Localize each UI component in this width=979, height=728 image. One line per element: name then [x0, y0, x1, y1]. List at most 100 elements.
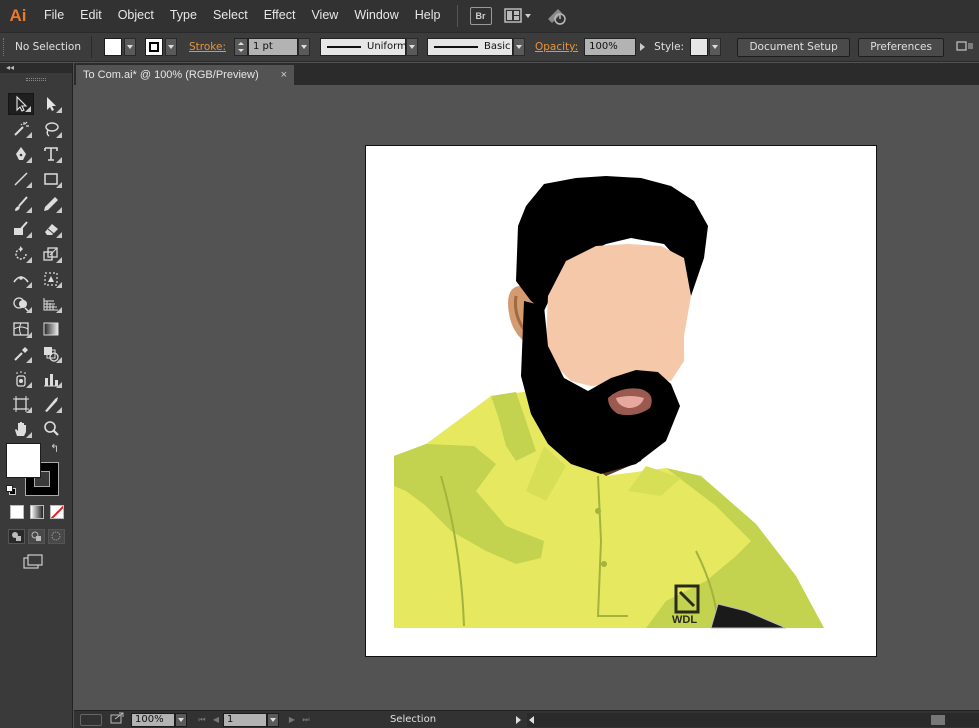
gpu-preview-toggle[interactable]	[80, 713, 102, 726]
artboard-number-dropdown[interactable]	[267, 712, 279, 727]
horizontal-scrollbar[interactable]	[527, 712, 979, 727]
shape-builder-tool[interactable]	[8, 293, 34, 315]
last-artboard-button[interactable]: ⏭	[299, 713, 313, 727]
document-setup-button[interactable]: Document Setup	[737, 37, 851, 57]
menu-effect[interactable]: Effect	[256, 0, 304, 32]
document-tab[interactable]: To Com.ai* @ 100% (RGB/Preview) ×	[76, 65, 294, 85]
free-transform-tool[interactable]	[38, 268, 64, 290]
menu-view[interactable]: View	[303, 0, 346, 32]
none-mode-button[interactable]	[50, 505, 64, 519]
opacity-slider-toggle[interactable]	[636, 38, 648, 56]
preferences-button[interactable]: Preferences	[858, 37, 945, 57]
artboard-number-input[interactable]: 1	[223, 712, 267, 727]
menu-select[interactable]: Select	[205, 0, 256, 32]
magic-wand-icon	[14, 121, 29, 136]
close-tab-icon[interactable]: ×	[281, 65, 287, 85]
column-graph-tool[interactable]	[38, 368, 64, 390]
default-fill-stroke-icon[interactable]	[6, 485, 16, 495]
eyedropper-tool[interactable]	[8, 343, 34, 365]
menu-object[interactable]: Object	[110, 0, 162, 32]
lasso-tool[interactable]	[38, 118, 64, 140]
blob-brush-tool[interactable]	[8, 218, 34, 240]
variable-width-dropdown[interactable]	[406, 38, 418, 56]
fill-dropdown[interactable]	[124, 38, 136, 56]
status-menu-arrow[interactable]	[513, 713, 523, 727]
stroke-label[interactable]: Stroke:	[189, 41, 226, 53]
draw-inside-icon	[51, 531, 61, 541]
stroke-weight-stepper[interactable]	[234, 38, 248, 56]
fill-swatch[interactable]	[104, 38, 122, 56]
pencil-tool[interactable]	[38, 193, 64, 215]
brush-definition-dropdown[interactable]	[513, 38, 525, 56]
scroll-thumb[interactable]	[931, 714, 945, 725]
menu-type[interactable]: Type	[162, 0, 205, 32]
canvas-area[interactable]: WDL	[74, 85, 979, 710]
selection-tool[interactable]	[8, 93, 34, 115]
scroll-left-arrow[interactable]	[529, 715, 534, 724]
scale-tool[interactable]	[38, 243, 64, 265]
artboard[interactable]: WDL	[365, 145, 877, 657]
next-artboard-button[interactable]: ▶	[285, 713, 299, 727]
previous-artboard-button[interactable]: ◀	[209, 713, 223, 727]
drawing-modes-row	[8, 529, 68, 545]
stroke-weight-input[interactable]: 1 pt	[248, 38, 298, 56]
hand-tool[interactable]	[8, 418, 34, 440]
pen-tool[interactable]	[8, 143, 34, 165]
arrange-documents-button[interactable]	[503, 6, 534, 26]
first-artboard-button[interactable]: ⏮	[195, 713, 209, 727]
menu-file[interactable]: File	[36, 0, 72, 32]
panel-menu-icon	[956, 40, 974, 51]
artboard-tool[interactable]	[8, 393, 34, 415]
magic-wand-tool[interactable]	[8, 118, 34, 140]
stroke-weight-dropdown[interactable]	[298, 38, 310, 56]
color-mode-button[interactable]	[10, 505, 24, 519]
gradient-tool[interactable]	[38, 318, 64, 340]
export-button[interactable]	[110, 712, 124, 727]
draw-inside-button[interactable]	[48, 529, 65, 544]
variable-width-profile[interactable]: Uniform	[320, 38, 407, 56]
menu-edit[interactable]: Edit	[72, 0, 110, 32]
swap-fill-stroke-icon[interactable]: ↰	[50, 442, 59, 455]
portrait-illustration[interactable]: WDL	[366, 146, 878, 658]
gpu-performance-button[interactable]	[546, 6, 568, 26]
draw-normal-button[interactable]	[8, 529, 25, 544]
control-bar-menu-button[interactable]	[956, 39, 974, 56]
tools-panel-grip[interactable]	[0, 73, 72, 85]
opacity-input[interactable]: 100%	[584, 38, 637, 56]
fill-color-box[interactable]	[6, 443, 41, 478]
collapse-panel-icon[interactable]: ◂◂	[6, 63, 14, 72]
slice-tool[interactable]	[38, 393, 64, 415]
control-bar-grip[interactable]	[3, 38, 7, 56]
zoom-tool[interactable]	[38, 418, 64, 440]
paintbrush-tool[interactable]	[8, 193, 34, 215]
line-segment-tool[interactable]	[8, 168, 34, 190]
direct-selection-tool[interactable]	[38, 93, 64, 115]
rectangle-tool[interactable]	[38, 168, 64, 190]
stroke-dropdown[interactable]	[165, 38, 177, 56]
perspective-grid-tool[interactable]	[38, 293, 64, 315]
type-tool[interactable]	[38, 143, 64, 165]
menu-separator	[456, 5, 458, 27]
zoom-level-dropdown[interactable]	[175, 712, 187, 727]
graphic-style-swatch[interactable]	[690, 38, 709, 56]
gradient-mode-button[interactable]	[30, 505, 44, 519]
illustrator-window: Ai File Edit Object Type Select Effect V…	[0, 0, 979, 728]
eraser-tool[interactable]	[38, 218, 64, 240]
brush-definition[interactable]: Basic	[427, 38, 513, 56]
rotate-tool[interactable]	[8, 243, 34, 265]
blend-tool[interactable]	[38, 343, 64, 365]
gpu-performance-icon	[547, 9, 566, 25]
graphic-style-dropdown[interactable]	[709, 38, 722, 56]
opacity-label[interactable]: Opacity:	[535, 41, 578, 53]
menu-window[interactable]: Window	[346, 0, 406, 32]
mesh-tool[interactable]	[8, 318, 34, 340]
screen-mode-button[interactable]	[22, 553, 46, 571]
stroke-swatch[interactable]	[145, 38, 163, 56]
face	[546, 244, 691, 386]
zoom-level-input[interactable]: 100%	[131, 712, 175, 727]
menu-help[interactable]: Help	[407, 0, 449, 32]
bridge-button[interactable]: Br	[469, 6, 492, 26]
width-tool[interactable]	[8, 268, 34, 290]
symbol-sprayer-tool[interactable]	[8, 368, 34, 390]
draw-behind-button[interactable]	[28, 529, 45, 544]
